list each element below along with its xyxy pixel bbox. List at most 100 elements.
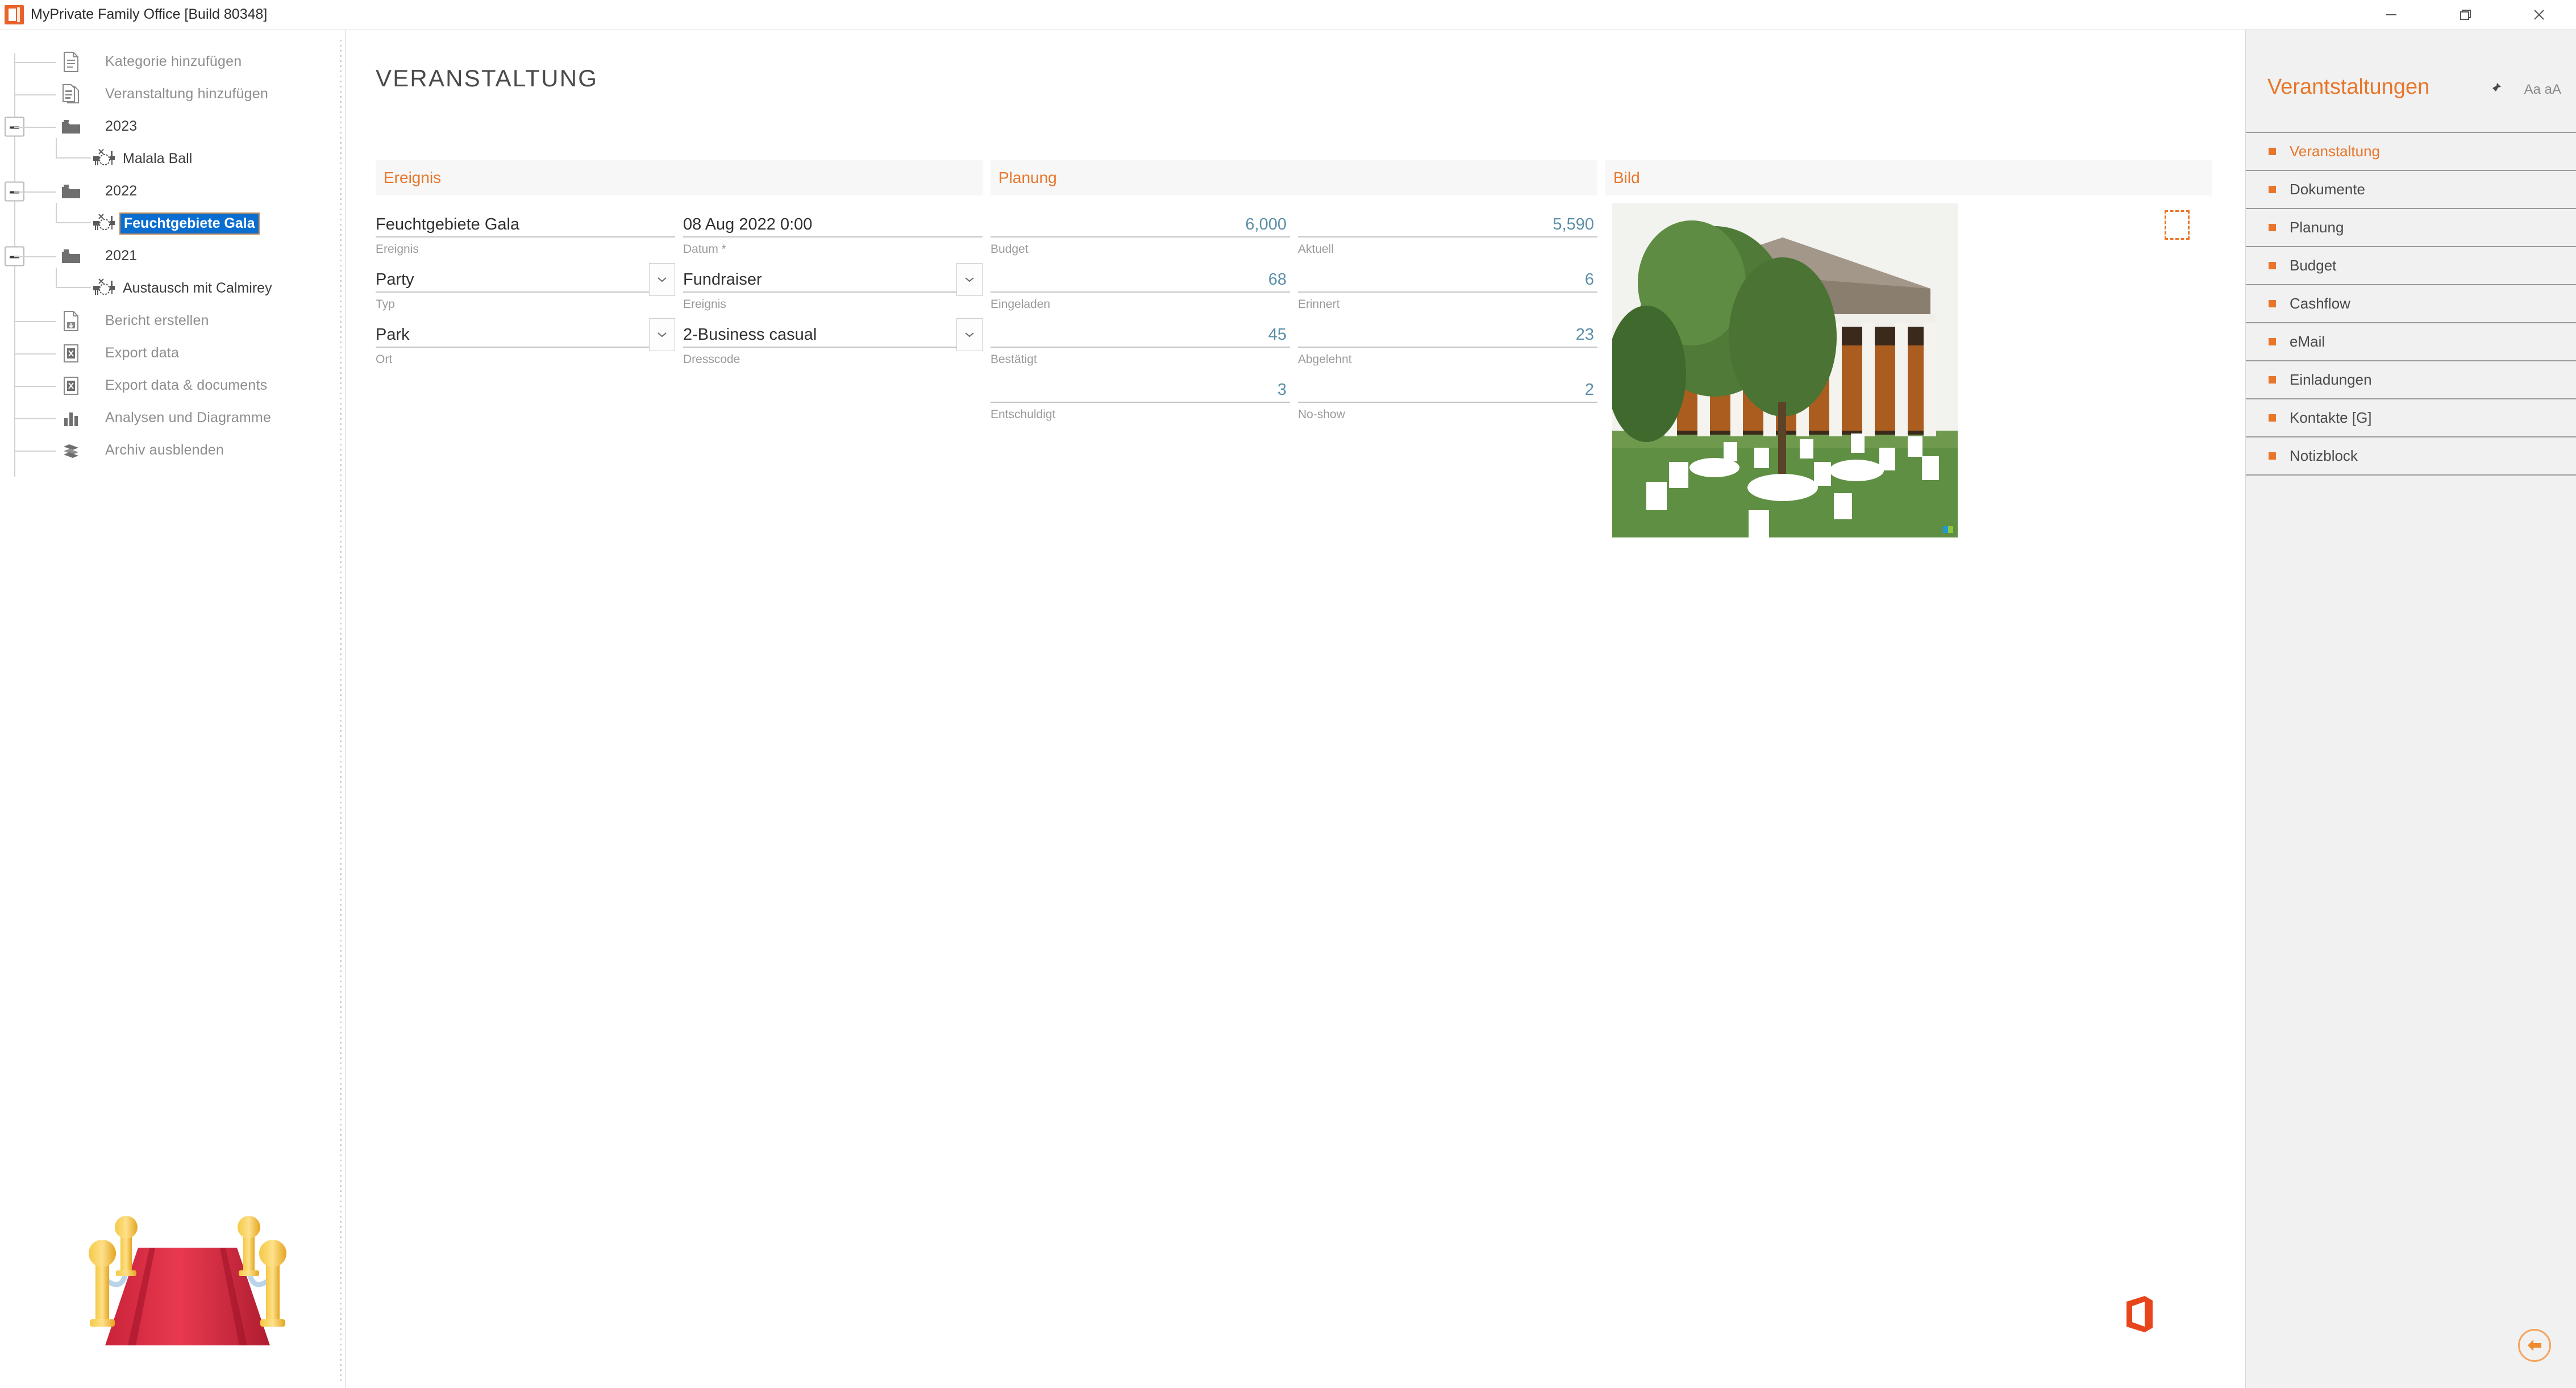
field-value[interactable]: 2	[1298, 377, 1597, 403]
field-dresscode[interactable]: 2-Business casual Dresscode	[683, 311, 983, 366]
venue-photo[interactable]	[1612, 203, 1958, 537]
sidebar-item-analysen-und-diagramme[interactable]: Analysen und Diagramme	[0, 402, 345, 434]
sidebar-folder-2023[interactable]: 2023	[0, 110, 345, 143]
tree-elbow	[14, 353, 56, 355]
excel-icon	[59, 374, 83, 398]
red-carpet-illustration	[74, 1175, 301, 1357]
sidebar-event-feuchtgebiete-gala[interactable]: Feuchtgebiete Gala	[0, 203, 345, 240]
excel-icon	[59, 341, 83, 365]
field-value[interactable]: 23	[1298, 322, 1597, 348]
sidebar-event-malala-ball[interactable]: Malala Ball	[0, 138, 345, 175]
archive-icon	[59, 439, 83, 462]
tree-child-line	[56, 138, 57, 159]
field-entschuldigt[interactable]: 3 Entschuldigt	[991, 366, 1290, 422]
sidebar-item-bericht-erstellen[interactable]: Bericht erstellen	[0, 305, 345, 337]
sidebar-item-export-data[interactable]: Export data	[0, 337, 345, 369]
back-arrow-icon[interactable]	[2518, 1329, 2551, 1362]
right-panel-item-kontakte[interactable]: Kontakte [G]	[2246, 399, 2576, 437]
field-eingeladen[interactable]: 68 Eingeladen	[991, 256, 1290, 311]
field-erinnert[interactable]: 6 Erinnert	[1298, 256, 1597, 311]
field-bestaetigt[interactable]: 45 Bestätigt	[991, 311, 1290, 366]
field-value[interactable]: 45	[991, 322, 1290, 348]
right-panel-item-einladungen[interactable]: Einladungen	[2246, 361, 2576, 399]
minimize-button[interactable]	[2354, 0, 2428, 30]
right-panel: Verantstaltungen Aa aA Veranstaltung Dok…	[2245, 30, 2576, 1388]
tree-elbow	[14, 191, 56, 193]
field-budget[interactable]: 6,000 Budget	[991, 201, 1290, 256]
font-size-toggle[interactable]: Aa aA	[2524, 82, 2561, 98]
sidebar-folder-label: 2021	[105, 248, 138, 264]
chevron-down-icon[interactable]	[956, 318, 983, 351]
field-aktuell[interactable]: 5,590 Aktuell	[1298, 201, 1597, 256]
right-panel-item-planung[interactable]: Planung	[2246, 209, 2576, 247]
field-ereignis-typ[interactable]: Fundraiser Ereignis	[683, 256, 983, 311]
field-caption: Ereignis	[683, 298, 726, 311]
form-row: 6,000 Budget 5,590 Aktuell	[991, 201, 1597, 256]
sidebar-item-archiv-ausblenden[interactable]: Archiv ausblenden	[0, 434, 345, 466]
sidebar-item-export-data-documents[interactable]: Export data & documents	[0, 369, 345, 402]
field-caption: Dresscode	[683, 353, 740, 366]
field-value[interactable]: Park	[376, 322, 675, 348]
right-panel-title: Verantstaltungen	[2267, 75, 2430, 99]
field-value[interactable]: 08 Aug 2022 0:00	[683, 211, 983, 237]
sidebar-folder-2022[interactable]: 2022	[0, 175, 345, 207]
field-typ[interactable]: Party Typ	[376, 256, 675, 311]
card-ereignis: Ereignis Feuchtgebiete Gala Ereignis 08 …	[376, 160, 983, 559]
close-button[interactable]	[2502, 0, 2576, 30]
tree-child-elbow	[56, 287, 91, 288]
tree-child-elbow	[56, 157, 91, 159]
field-value[interactable]: 6,000	[991, 211, 1290, 237]
sidebar-item-label: Analysen und Diagramme	[105, 410, 272, 426]
right-panel-item-veranstaltung[interactable]: Veranstaltung	[2246, 133, 2576, 171]
field-value[interactable]: 3	[991, 377, 1290, 403]
right-panel-item-notizblock[interactable]: Notizblock	[2246, 437, 2576, 476]
card-title: Planung	[998, 169, 1057, 186]
chevron-down-icon[interactable]	[649, 263, 675, 296]
field-value[interactable]: 6	[1298, 266, 1597, 293]
field-value[interactable]: Party	[376, 266, 675, 293]
folder-icon	[59, 244, 83, 268]
documents-add-icon	[59, 82, 83, 106]
field-value[interactable]: 68	[991, 266, 1290, 293]
right-panel-item-label: Notizblock	[2290, 447, 2358, 464]
field-caption: Ort	[376, 353, 393, 366]
folder-icon	[59, 180, 83, 203]
sidebar-event-austausch-mit-calmirey[interactable]: Austausch mit Calmirey	[0, 268, 345, 305]
field-caption: Erinnert	[1298, 298, 1340, 311]
right-panel-item-cashflow[interactable]: Cashflow	[2246, 285, 2576, 323]
right-panel-item-label: Budget	[2290, 257, 2337, 274]
field-abgelehnt[interactable]: 23 Abgelehnt	[1298, 311, 1597, 366]
sidebar-item-label: Archiv ausblenden	[105, 442, 224, 458]
field-ort[interactable]: Park Ort	[376, 311, 675, 366]
field-no-show[interactable]: 2 No-show	[1298, 366, 1597, 422]
tree-elbow	[14, 418, 56, 419]
sidebar-item-kategorie-hinzufuegen[interactable]: Kategorie hinzufügen	[0, 45, 345, 78]
bullet-icon	[2269, 262, 2276, 269]
folder-icon	[59, 115, 83, 139]
field-value[interactable]: Feuchtgebiete Gala	[376, 211, 675, 237]
tree-elbow	[14, 61, 56, 63]
bullet-icon	[2269, 376, 2276, 384]
bullet-icon	[2269, 414, 2276, 422]
event-table-icon	[91, 147, 120, 171]
chevron-down-icon[interactable]	[956, 263, 983, 296]
sidebar-folder-2021[interactable]: 2021	[0, 240, 345, 272]
chevron-down-icon[interactable]	[649, 318, 675, 351]
field-datum[interactable]: 08 Aug 2022 0:00 Datum *	[683, 201, 983, 256]
right-panel-item-budget[interactable]: Budget	[2246, 247, 2576, 285]
field-value[interactable]: 2-Business casual	[683, 322, 983, 348]
field-caption: Ereignis	[376, 243, 419, 256]
pin-icon[interactable]	[2486, 80, 2503, 97]
title-bar: MyPrivate Family Office [Build 80348]	[0, 0, 2576, 30]
right-panel-item-dokumente[interactable]: Dokumente	[2246, 171, 2576, 209]
field-ereignis-name[interactable]: Feuchtgebiete Gala Ereignis	[376, 201, 675, 256]
right-panel-list: Veranstaltung Dokumente Planung Budget C…	[2246, 132, 2576, 476]
sidebar-item-label: Export data	[105, 345, 180, 361]
field-value[interactable]: 5,590	[1298, 211, 1597, 237]
sidebar-item-veranstaltung-hinzufuegen[interactable]: Veranstaltung hinzufügen	[0, 78, 345, 110]
right-panel-item-email[interactable]: eMail	[2246, 323, 2576, 361]
image-placeholder-icon[interactable]	[2165, 210, 2190, 240]
field-value[interactable]: Fundraiser	[683, 266, 983, 293]
main-content: VERANSTALTUNG Ereignis Feuchtgebiete Gal…	[346, 30, 2245, 1388]
maximize-button[interactable]	[2428, 0, 2502, 30]
